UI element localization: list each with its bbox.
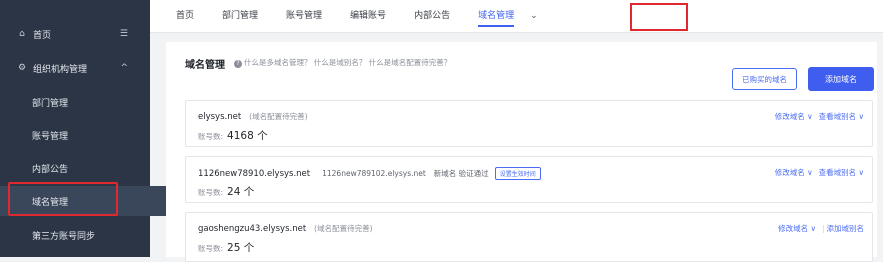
sidebar: ⌂ 首页 ☰ ⚙ 组织机构管理 ^ 部门管理 账号管理 内部公告 域名管理 第三…: [0, 0, 182, 257]
domain-actions: 修改域名 ∨ 查看域别名 ∨: [769, 111, 864, 122]
domain-name: elysys.net: [198, 112, 242, 122]
account-count: 账号数: 25 个: [198, 240, 254, 255]
sidebar-item-domains[interactable]: 域名管理: [0, 186, 182, 216]
edit-domain-link[interactable]: 修改域名 ∨: [775, 168, 813, 177]
sidebar-item-label: 部门管理: [32, 98, 69, 109]
sidebar-item-announcements[interactable]: 内部公告: [0, 153, 182, 183]
domain-card: 1126new78910.elysys.net 1126new789102.ely…: [185, 156, 873, 203]
domain-card: elysys.net (域名配置待完善) 账号数: 4168 个 修改域名 ∨ 查看域…: [185, 100, 873, 147]
tab-domains[interactable]: 域名管理: [464, 0, 528, 32]
domain-name-row: gaoshengzu43.elysys.net (域名配置待完善): [198, 223, 373, 234]
chevron-down-icon[interactable]: ⌄: [530, 11, 538, 21]
page-title: 域名管理: [185, 60, 225, 71]
set-effective-time-button[interactable]: 设置生效时间: [494, 167, 541, 180]
domain-alias: 1126new789102.elysys.net: [322, 169, 426, 178]
sidebar-item-label: 域名管理: [32, 197, 69, 208]
sidebar-item-home[interactable]: ⌂ 首页 ☰: [0, 19, 150, 49]
domain-name: gaoshengzu43.elysys.net: [198, 224, 307, 234]
domain-panel: 域名管理 ? 什么是多域名管理？ 什么是域别名？ 什么是域名配置待完善？ 已购买的…: [166, 42, 877, 262]
sidebar-item-label: 组织机构管理: [33, 64, 88, 75]
sidebar-item-departments[interactable]: 部门管理: [0, 87, 182, 117]
collapse-icon: ^: [120, 63, 128, 73]
help-text[interactable]: 什么是多域名管理？ 什么是域别名？ 什么是域名配置待完善？: [244, 58, 451, 67]
tab-announcements[interactable]: 内部公告: [400, 0, 464, 32]
home-icon: ⌂: [19, 29, 25, 39]
sidebar-item-sync[interactable]: 第三方账号同步: [0, 220, 182, 250]
add-domain-button[interactable]: 添加域名: [808, 67, 874, 91]
add-alias-link[interactable]: 添加域别名: [827, 224, 865, 233]
sidebar-item-org[interactable]: ⚙ 组织机构管理 ^: [0, 53, 150, 83]
sidebar-item-accounts[interactable]: 账号管理: [0, 120, 182, 150]
account-count-label: 账号数:: [198, 244, 224, 253]
org-icon: ⚙: [17, 63, 27, 73]
help-links[interactable]: ? 什么是多域名管理？ 什么是域别名？ 什么是域名配置待完善？: [234, 57, 451, 68]
account-count: 账号数: 24 个: [198, 184, 254, 199]
account-count-value: 24 个: [227, 186, 255, 198]
edit-domain-link[interactable]: 修改域名 ∨: [778, 224, 816, 233]
sidebar-item-label: 内部公告: [32, 164, 69, 175]
sidebar-item-label: 首页: [33, 30, 52, 41]
account-count: 账号数: 4168 个: [198, 128, 268, 143]
help-icon: ?: [234, 60, 242, 68]
domain-actions: 修改域名 ∨ | 添加域别名: [772, 223, 864, 234]
tab-bar: 首页 部门管理 账号管理 编辑账号 内部公告 域名管理 ⌄: [150, 0, 883, 33]
domain-config-status: (域名配置待完善): [314, 224, 373, 233]
view-alias-link[interactable]: 查看域别名 ∨: [819, 112, 864, 121]
edit-domain-link[interactable]: 修改域名 ∨: [775, 112, 813, 121]
domain-name-row: elysys.net (域名配置待完善): [198, 111, 308, 122]
view-alias-link[interactable]: 查看域别名 ∨: [819, 168, 864, 177]
domain-name-row: 1126new78910.elysys.net 1126new789102.ely…: [198, 167, 541, 180]
tab-edit-account[interactable]: 编辑账号: [336, 0, 400, 32]
domain-name: 1126new78910.elysys.net: [198, 169, 311, 179]
divider: |: [821, 224, 825, 233]
menu-icon[interactable]: ☰: [120, 29, 128, 39]
domain-actions: 修改域名 ∨ 查看域别名 ∨: [769, 167, 864, 178]
highlight-box: [630, 3, 688, 31]
account-count-value: 4168 个: [227, 130, 268, 142]
tab-home[interactable]: 首页: [150, 0, 208, 32]
account-count-value: 25 个: [227, 242, 255, 254]
purchased-domains-button[interactable]: 已购买的域名: [732, 68, 797, 90]
alias-status: 新域名 验证通过: [433, 169, 489, 178]
sidebar-item-label: 账号管理: [32, 131, 69, 142]
sidebar-item-label: 第三方账号同步: [32, 231, 96, 242]
tab-departments[interactable]: 部门管理: [208, 0, 272, 32]
domain-config-status: (域名配置待完善): [249, 112, 308, 121]
account-count-label: 账号数:: [198, 132, 224, 141]
domain-card: gaoshengzu43.elysys.net (域名配置待完善) 账号数: 25 …: [185, 212, 873, 262]
account-count-label: 账号数:: [198, 188, 224, 197]
tab-accounts[interactable]: 账号管理: [272, 0, 336, 32]
